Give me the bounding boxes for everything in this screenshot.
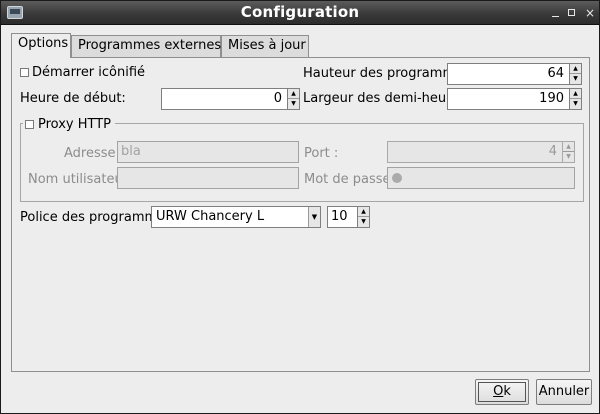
half-hour-width-label: Largeur des demi-heures	[303, 91, 466, 106]
port-spinbox[interactable]: 4 ▲ ▼	[387, 141, 575, 163]
maximize-icon[interactable]	[563, 4, 581, 22]
program-height-label: Hauteur des programmes	[303, 66, 470, 81]
title-bar[interactable]: Configuration ×	[1, 1, 599, 25]
half-hour-width-spinbox[interactable]: 190 ▲ ▼	[447, 88, 582, 110]
decrement-arrow-icon[interactable]: ▼	[288, 99, 299, 109]
start-hour-value[interactable]: 0	[161, 88, 288, 110]
font-size-value[interactable]: 10	[327, 206, 358, 228]
close-icon[interactable]: ×	[581, 4, 599, 22]
font-size-spinbox[interactable]: 10 ▲ ▼	[327, 206, 370, 228]
port-label: Port :	[304, 146, 339, 161]
font-family-combobox[interactable]: URW Chancery L ▼	[151, 206, 321, 228]
increment-arrow-icon[interactable]: ▲	[563, 142, 574, 152]
increment-arrow-icon[interactable]: ▲	[570, 64, 581, 74]
tab-options[interactable]: Options	[11, 33, 71, 58]
program-height-value[interactable]: 64	[447, 63, 570, 85]
increment-arrow-icon[interactable]: ▲	[358, 207, 369, 217]
decrement-arrow-icon[interactable]: ▼	[563, 152, 574, 162]
program-font-label: Police des programmes	[20, 210, 172, 225]
program-height-spinbox[interactable]: 64 ▲ ▼	[447, 63, 582, 85]
chevron-down-icon[interactable]: ▼	[308, 207, 320, 227]
tab-external-programs[interactable]: Programmes externes	[71, 35, 221, 57]
decrement-arrow-icon[interactable]: ▼	[570, 74, 581, 84]
password-input[interactable]	[387, 167, 575, 189]
cancel-button[interactable]: Annuler	[536, 379, 592, 405]
increment-arrow-icon[interactable]: ▲	[288, 89, 299, 99]
increment-arrow-icon[interactable]: ▲	[570, 89, 581, 99]
ok-mnemonic: O	[493, 384, 504, 399]
password-label: Mot de passe:	[304, 172, 395, 187]
start-minimized-label: Démarrer icônifié	[32, 65, 146, 80]
proxy-http-label: Proxy HTTP	[38, 117, 112, 132]
proxy-http-checkbox[interactable]	[25, 120, 34, 129]
ok-button[interactable]: Ok	[475, 379, 529, 405]
half-hour-width-value[interactable]: 190	[447, 88, 570, 110]
configuration-dialog: Configuration × Options Programmes exter…	[0, 0, 600, 414]
start-hour-spinbox[interactable]: 0 ▲ ▼	[161, 88, 300, 110]
font-family-value: URW Chancery L	[156, 209, 265, 224]
address-label: Adresse:	[64, 146, 120, 161]
start-hour-label: Heure de début:	[20, 91, 126, 106]
ok-label-rest: k	[503, 384, 511, 399]
username-input[interactable]	[117, 167, 299, 189]
tab-updates[interactable]: Mises à jour	[221, 35, 309, 57]
decrement-arrow-icon[interactable]: ▼	[570, 99, 581, 109]
window-title: Configuration	[240, 3, 360, 21]
decrement-arrow-icon[interactable]: ▼	[358, 217, 369, 227]
address-input[interactable]: bla	[117, 141, 299, 163]
port-value[interactable]: 4	[387, 141, 563, 163]
password-mask-dot	[392, 173, 402, 183]
start-minimized-checkbox[interactable]	[20, 68, 29, 77]
